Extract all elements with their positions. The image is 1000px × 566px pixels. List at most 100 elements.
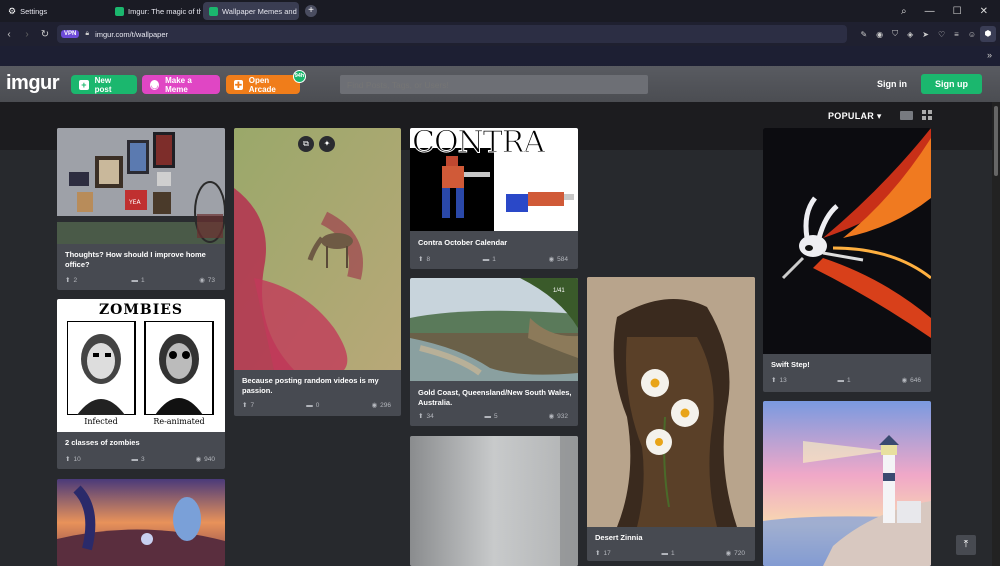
post-card[interactable]: YEA Thoughts? How should I improve home … [57, 128, 225, 290]
new-tab-button[interactable]: + [305, 5, 317, 17]
upvote-stat[interactable]: ⬆ 17 [595, 549, 611, 558]
shield-icon[interactable]: ⛉ [892, 29, 898, 39]
post-card[interactable]: ⧉ ✦ Because posting random videos is my … [234, 128, 401, 416]
post-title[interactable]: Contra October Calendar [418, 238, 568, 248]
new-post-button[interactable]: + New post [71, 75, 137, 94]
eye-icon: ◉ [548, 256, 555, 263]
upvote-icon: ⬆ [418, 413, 424, 420]
upvote-stat[interactable]: ⬆ 2 [65, 276, 77, 285]
tab-wallpaper[interactable]: Wallpaper Memes and Im [203, 2, 299, 20]
imgur-logo[interactable]: imgur [6, 72, 60, 95]
search-icon[interactable]: ⌕ [901, 6, 907, 17]
post-card[interactable]: 1/41 Gold Coast, Queensland/New South Wa… [410, 278, 578, 426]
waterfall-view-icon[interactable] [922, 110, 932, 120]
toolbar-icons: ✎ ◉ ⛉ ◈ ➤ ♡ ≡ ☺ [860, 22, 976, 46]
sort-dropdown[interactable]: POPULAR ▾ [828, 111, 882, 122]
sign-up-button[interactable]: Sign up [921, 74, 982, 94]
post-image-grey-gradient [410, 436, 578, 566]
more-bookmarks-icon[interactable]: » [987, 50, 992, 60]
open-arcade-label: Open Arcade [248, 75, 276, 94]
sign-in-link[interactable]: Sign in [877, 79, 907, 89]
scroll-to-top-button[interactable]: ⤒ [956, 535, 976, 555]
post-card[interactable] [57, 479, 225, 566]
minimize-icon[interactable]: — [925, 6, 935, 17]
upvote-stat[interactable]: ⬆ 13 [771, 376, 787, 385]
url-text[interactable]: imgur.com/t/wallpaper [95, 30, 168, 39]
search-input[interactable] [340, 75, 648, 94]
upvote-icon: ⬆ [418, 256, 424, 263]
post-stats: ⬆ 17 ▬ 1 ◉ 720 [595, 549, 745, 558]
sparkle-icon[interactable]: ✦ [319, 136, 335, 152]
upvote-stat[interactable]: ⬆ 7 [242, 401, 254, 410]
comment-icon: ▬ [482, 255, 490, 263]
heart-icon[interactable]: ♡ [938, 30, 945, 39]
upvote-icon: ⬆ [65, 277, 71, 284]
post-title[interactable]: 2 classes of zombies [65, 438, 215, 448]
post-image-home-office: YEA [57, 128, 225, 244]
comment-icon: ▬ [661, 549, 669, 557]
tab-label: Settings [20, 6, 48, 16]
views-stat: ◉ 720 [725, 549, 745, 558]
gamepad-icon: ✚ [234, 79, 243, 90]
tab-settings[interactable]: ⚙ Settings [2, 2, 107, 20]
post-card[interactable] [410, 436, 578, 566]
send-icon[interactable]: ➤ [922, 30, 929, 39]
open-arcade-button[interactable]: ✚ Open Arcade [226, 75, 300, 94]
post-title[interactable]: Because posting random videos is my pass… [242, 376, 392, 395]
post-card[interactable]: ZOMBIES Infected Re-animated 2 classes o… [57, 299, 225, 469]
extensions-icon[interactable]: ⬢ [980, 26, 996, 42]
upvote-stat[interactable]: ⬆ 10 [65, 455, 81, 464]
page-scrollbar[interactable] [992, 102, 1000, 566]
post-card[interactable]: CONTRA Contra October Calendar ⬆ 8 ▬ 1 ◉ 58… [410, 128, 578, 269]
vpn-badge[interactable]: VPN [61, 30, 80, 38]
copy-icon[interactable]: ⧉ [298, 136, 314, 152]
uniform-view-icon[interactable] [900, 111, 913, 120]
caret-down-icon: ▾ [876, 111, 882, 121]
post-card[interactable] [763, 401, 931, 566]
comment-count: 1 [671, 549, 675, 557]
make-meme-button[interactable]: ◡ Make a Meme [142, 75, 220, 94]
post-image-lighthouse [763, 401, 931, 566]
reload-icon[interactable]: ↻ [36, 29, 54, 40]
comment-count: 3 [141, 455, 145, 463]
url-field[interactable]: VPN 🔒︎ imgur.com/t/wallpaper [57, 25, 847, 43]
comment-stat: ▬ 3 [132, 455, 145, 463]
post-title[interactable]: Gold Coast, Queensland/New South Wales, … [418, 388, 573, 407]
close-icon[interactable]: ✕ [980, 6, 988, 17]
imgur-header: imgur + New post ◡ Make a Meme ✚ Open Ar… [0, 66, 1000, 102]
new-post-label: New post [94, 75, 112, 94]
camera-icon[interactable]: ◉ [876, 30, 883, 39]
post-image-contra: CONTRA [410, 128, 578, 231]
forward-icon[interactable]: › [18, 29, 36, 40]
upvote-count: 8 [426, 255, 431, 263]
make-meme-label: Make a Meme [165, 75, 192, 94]
upvote-stat[interactable]: ⬆ 8 [418, 255, 431, 264]
upvote-stat[interactable]: ⬆ 34 [418, 412, 434, 421]
post-title[interactable]: Swift Step! [771, 360, 921, 370]
arcade-badge: 94h [293, 70, 306, 83]
scrollbar-thumb[interactable] [994, 106, 998, 176]
comment-count: 5 [494, 412, 498, 420]
image-count-badge: 1/41 [553, 288, 565, 294]
profile-icon[interactable]: ☺ [968, 30, 976, 39]
plus-icon: + [79, 79, 89, 90]
address-bar: ‹ › ↻ VPN 🔒︎ imgur.com/t/wallpaper [0, 22, 1000, 46]
post-card[interactable]: Desert Zinnia ⬆ 17 ▬ 1 ◉ 720 [587, 277, 755, 561]
cube-icon[interactable]: ◈ [907, 30, 913, 39]
lock-icon[interactable]: 🔒︎ [85, 30, 89, 38]
post-stats: ⬆ 2 ▬ 1 ◉ 73 [65, 276, 215, 285]
edit-icon[interactable]: ✎ [860, 30, 867, 39]
post-title[interactable]: Desert Zinnia [595, 533, 745, 543]
eye-icon: ◉ [901, 377, 908, 384]
post-stats: ⬆ 7 ▬ 0 ◉ 296 [242, 401, 391, 410]
post-card[interactable]: Swift Step! ⬆ 13 ▬ 1 ◉ 646 [763, 128, 931, 392]
post-title[interactable]: Thoughts? How should I improve home offi… [65, 250, 215, 269]
post-image-zombies: ZOMBIES Infected Re-animated [57, 299, 225, 432]
comment-stat: ▬ 1 [483, 255, 496, 263]
back-icon[interactable]: ‹ [0, 29, 18, 40]
list-icon[interactable]: ≡ [954, 30, 959, 39]
tab-imgur-home[interactable]: Imgur: The magic of the In [109, 2, 201, 20]
maximize-icon[interactable]: ☐ [953, 6, 962, 17]
comment-count: 1 [847, 376, 851, 384]
views-count: 932 [557, 412, 568, 420]
